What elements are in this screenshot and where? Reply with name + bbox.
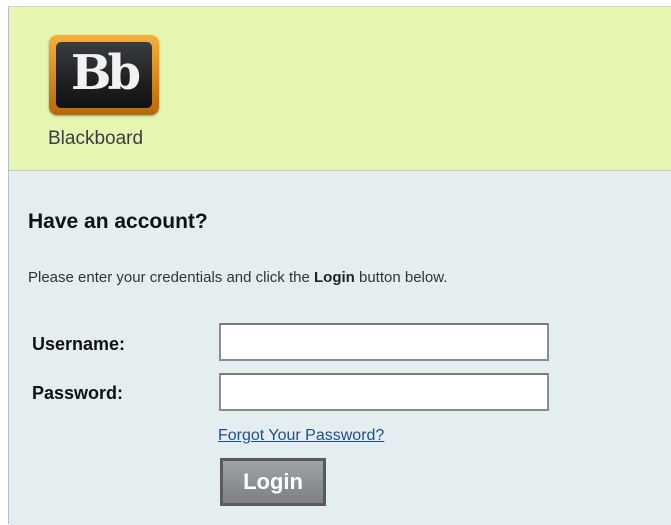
login-instructions: Please enter your credentials and click …: [28, 269, 447, 286]
username-label: Username:: [32, 334, 126, 354]
login-button-label: Login: [243, 469, 303, 494]
blackboard-logo-icon: Bb: [49, 35, 159, 115]
login-button[interactable]: Login: [220, 458, 326, 506]
password-label: Password:: [32, 383, 124, 403]
header-bar: Bb Blackboard: [9, 7, 671, 171]
forgot-password-link[interactable]: Forgot Your Password?: [218, 427, 384, 445]
instructions-suffix: button below.: [354, 269, 448, 286]
login-panel: Have an account? Please enter your crede…: [9, 171, 671, 525]
brand-name: Blackboard: [48, 128, 144, 149]
username-input[interactable]: [219, 323, 549, 361]
login-frame: Bb Blackboard Have an account? Please en…: [8, 6, 671, 525]
instructions-prefix: Please enter your credentials and click …: [28, 269, 314, 286]
password-input[interactable]: [219, 373, 549, 411]
logo-inner: Bb: [56, 42, 152, 108]
instructions-bold: Login: [314, 269, 355, 286]
login-title: Have an account?: [28, 210, 208, 233]
logo-mark: Bb: [70, 45, 141, 101]
